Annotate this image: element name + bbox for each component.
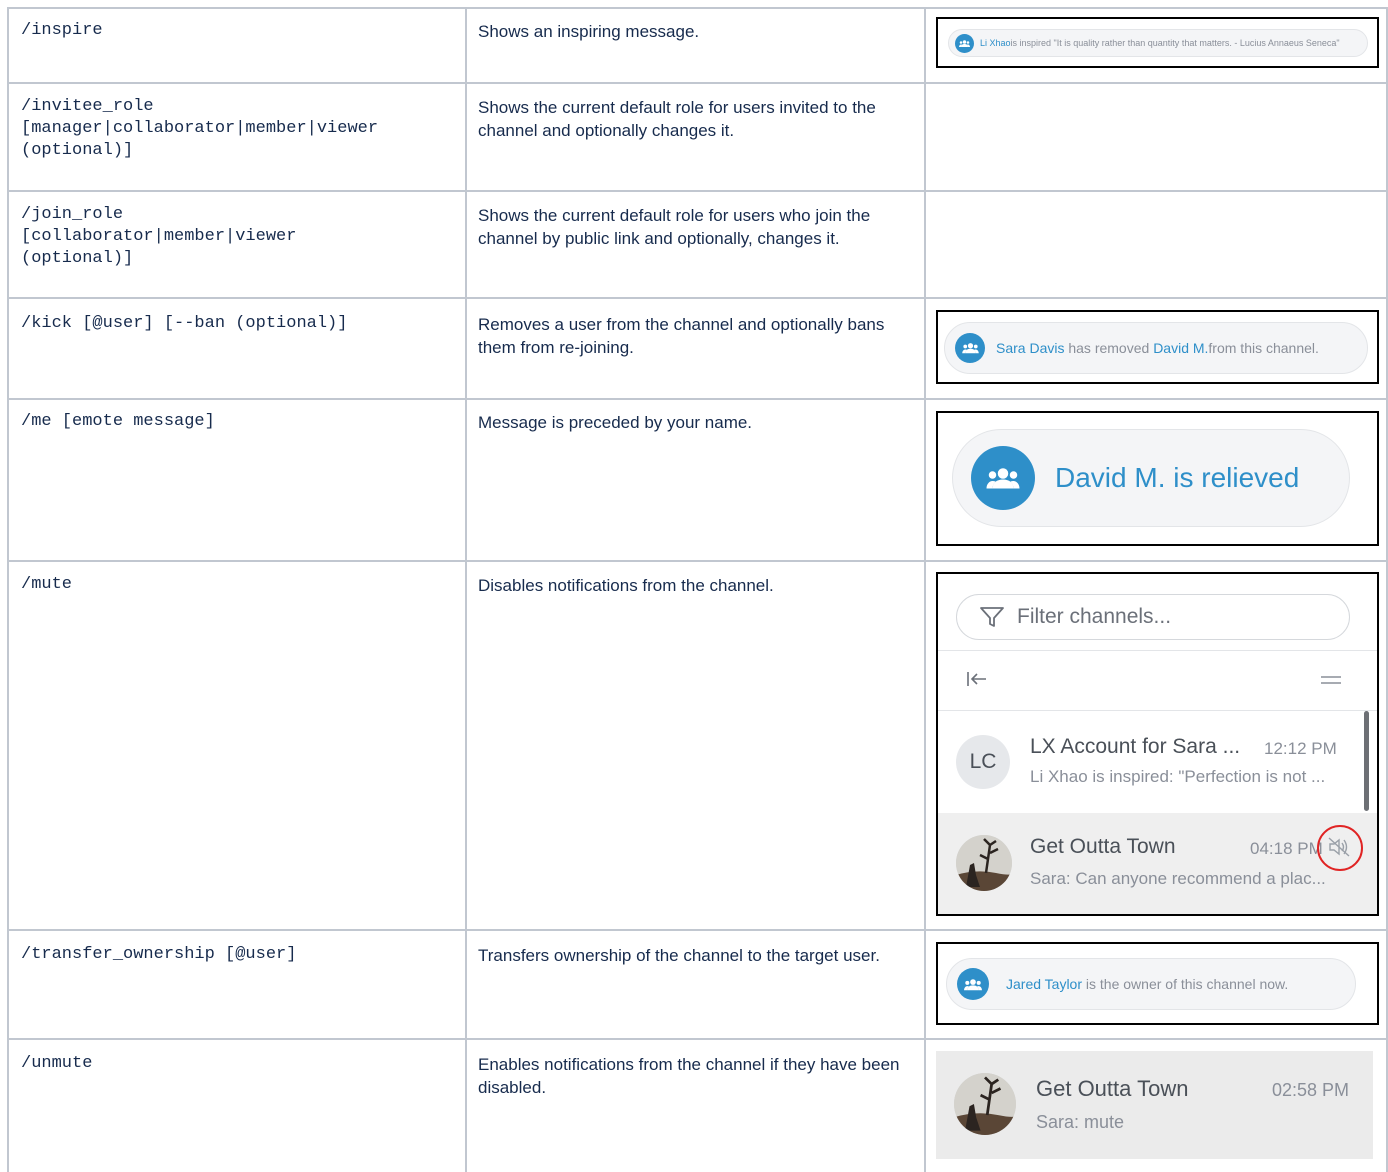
command-name: /mute [21,575,73,594]
channel-title: Get Outta Town [1036,1076,1189,1101]
group-icon [955,33,974,53]
group-icon [971,446,1035,510]
command-name: /kick [@user] [--ban (optional)] [21,314,348,333]
table-border [7,929,1388,931]
avatar [954,1073,1016,1135]
message-text: is the owner of this channel now. [1082,976,1289,992]
divider [938,650,1377,651]
group-icon [955,333,985,363]
table-border [465,7,467,1172]
command-name: /unmute [21,1054,93,1073]
command-description: Message is preceded by your name. [478,413,753,432]
table-border [7,190,1388,192]
transfer-ownership-example-screenshot: Jared Taylor is the owner of this channe… [936,942,1379,1025]
filter-icon [980,607,1004,627]
system-message: Jared Taylor is the owner of this channe… [946,958,1356,1010]
channel-time: 04:18 PM [1250,839,1323,858]
table-border [7,7,1388,9]
command-description: Removes a user from the channel and opti… [478,315,885,357]
commands-table: /inspire Shows an inspiring message. Li … [0,0,1388,1172]
scrollbar-thumb[interactable] [1364,711,1369,811]
me-example-screenshot: David M. is relieved [936,411,1379,546]
table-border [7,82,1388,84]
table-border [7,398,1388,400]
channel-preview: Sara: Can anyone recommend a plac... [1030,869,1326,888]
channel-time: 12:12 PM [1264,739,1337,758]
channel-title: Get Outta Town [1030,835,1176,858]
command-description: Shows the current default role for users… [478,206,871,248]
command-name: /me [emote message] [21,412,215,431]
group-icon [957,968,989,1000]
user-link[interactable]: Jared Taylor [1006,976,1082,992]
command-description: Shows an inspiring message. [478,22,700,41]
unmute-example-screenshot: Get Outta Town 02:58 PM Sara: mute [936,1051,1373,1159]
message-text: from this channel. [1208,340,1319,356]
system-message: Li Xhao is inspired "It is quality rathe… [948,29,1368,57]
command-name: /join_role [collaborator|member|viewer (… [21,205,297,268]
avatar: LC [956,735,1010,789]
user-link[interactable]: Li Xhao [980,38,1011,48]
mute-example-screenshot: Filter channels... LC LX Account for Sar… [936,572,1379,916]
message-text: has removed [1064,340,1154,356]
command-name: /transfer_ownership [@user] [21,945,297,964]
channel-time: 02:58 PM [1272,1080,1350,1100]
command-name: /inspire [21,21,103,40]
system-message: David M. is relieved [952,429,1350,527]
filter-channels-input[interactable]: Filter channels... [956,594,1350,640]
kick-example-screenshot: Sara Davis has removed David M. from thi… [936,310,1379,384]
command-description: Shows the current default role for users… [478,98,876,140]
table-border [7,1038,1388,1040]
system-message: Sara Davis has removed David M. from thi… [944,322,1368,374]
channel-list-item[interactable]: LC LX Account for Sara ... 12:12 PM Li X… [938,711,1362,813]
avatar [956,835,1012,891]
command-description: Transfers ownership of the channel to th… [478,946,880,965]
emote-message: David M. is relieved [1055,462,1300,493]
target-user-link[interactable]: David M. [1153,340,1208,356]
command-description: Enables notifications from the channel i… [478,1055,900,1097]
command-description: Disables notifications from the channel. [478,576,774,595]
message-text: is inspired "It is quality rather than q… [1010,38,1340,48]
channel-preview: Li Xhao is inspired: "Perfection is not … [1030,767,1326,786]
collapse-left-icon[interactable] [966,670,988,688]
table-border [7,297,1388,299]
menu-icon[interactable] [1320,674,1342,686]
channel-list-item[interactable]: Get Outta Town 04:18 PM Sara: Can anyone… [938,813,1377,914]
table-border [7,7,9,1172]
filter-placeholder: Filter channels... [1017,605,1172,628]
inspire-example-screenshot: Li Xhao is inspired "It is quality rathe… [936,17,1379,68]
actor-link[interactable]: Sara Davis [996,340,1064,356]
table-border [7,560,1388,562]
command-name: /invitee_role [manager|collaborator|memb… [21,97,379,160]
table-border [924,7,926,1172]
channel-preview: Sara: mute [1036,1112,1125,1132]
mute-highlight-circle [1317,825,1363,871]
channel-title: LX Account for Sara ... [1030,735,1241,758]
